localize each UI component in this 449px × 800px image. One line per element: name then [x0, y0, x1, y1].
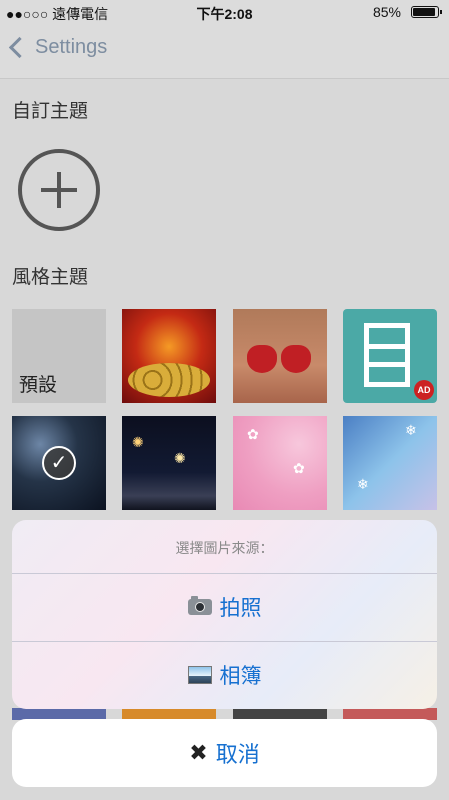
style-theme-heading: 風格主題 [12, 267, 89, 288]
action-sheet-title: 選擇圖片來源： [175, 540, 274, 556]
cancel-label: 取消 [215, 742, 260, 767]
camera-icon [187, 596, 212, 615]
firework-icon: ✺ [174, 450, 186, 466]
heart-icon [281, 345, 311, 373]
battery-icon [411, 6, 442, 18]
photo-album-label: 相簿 [219, 665, 262, 688]
add-custom-theme-button[interactable] [18, 149, 100, 231]
back-label: Settings [35, 36, 108, 58]
flower-icon: ✿ [293, 460, 305, 476]
theme-space[interactable]: ✓ [12, 416, 106, 510]
close-icon: ✖ [189, 740, 208, 765]
chevron-left-icon [8, 36, 31, 59]
battery-percent: 85% [372, 4, 401, 20]
cancel-button[interactable]: ✖ 取消 [12, 719, 437, 787]
theme-gold-coins[interactable] [122, 309, 216, 403]
image-source-action-sheet: 選擇圖片來源： 拍照 相簿 [12, 520, 437, 709]
photo-album-icon [187, 666, 212, 684]
snowflake-icon: ❄ [357, 476, 369, 492]
custom-theme-heading: 自訂主題 [12, 101, 89, 122]
status-bar: ●●○○○ 遠傳電信 下午2:08 85% [0, 0, 449, 24]
flower-icon: ✿ [247, 426, 259, 442]
take-photo-label: 拍照 [219, 597, 262, 620]
navigation-bar: Settings [0, 24, 449, 79]
theme-glyph-icon [364, 323, 410, 387]
ad-badge: AD [414, 380, 434, 400]
theme-hearts[interactable] [233, 309, 327, 403]
firework-icon: ✺ [132, 434, 144, 450]
back-button[interactable]: Settings [8, 36, 107, 59]
theme-default-label: 預設 [19, 375, 58, 396]
selected-check-icon: ✓ [42, 446, 76, 480]
theme-pink-flowers[interactable]: ✿ ✿ [233, 416, 327, 510]
theme-teal-ad[interactable]: AD [343, 309, 437, 403]
theme-blue-snow[interactable]: ❄ ❄ [343, 416, 437, 510]
photo-album-button[interactable]: 相簿 [12, 642, 437, 708]
gold-coins-image [128, 363, 210, 397]
theme-fireworks[interactable]: ✺ ✺ [122, 416, 216, 510]
take-photo-button[interactable]: 拍照 [12, 574, 437, 640]
heart-icon [247, 345, 277, 373]
snowflake-icon: ❄ [405, 422, 417, 438]
theme-default[interactable]: 預設 [12, 309, 106, 403]
